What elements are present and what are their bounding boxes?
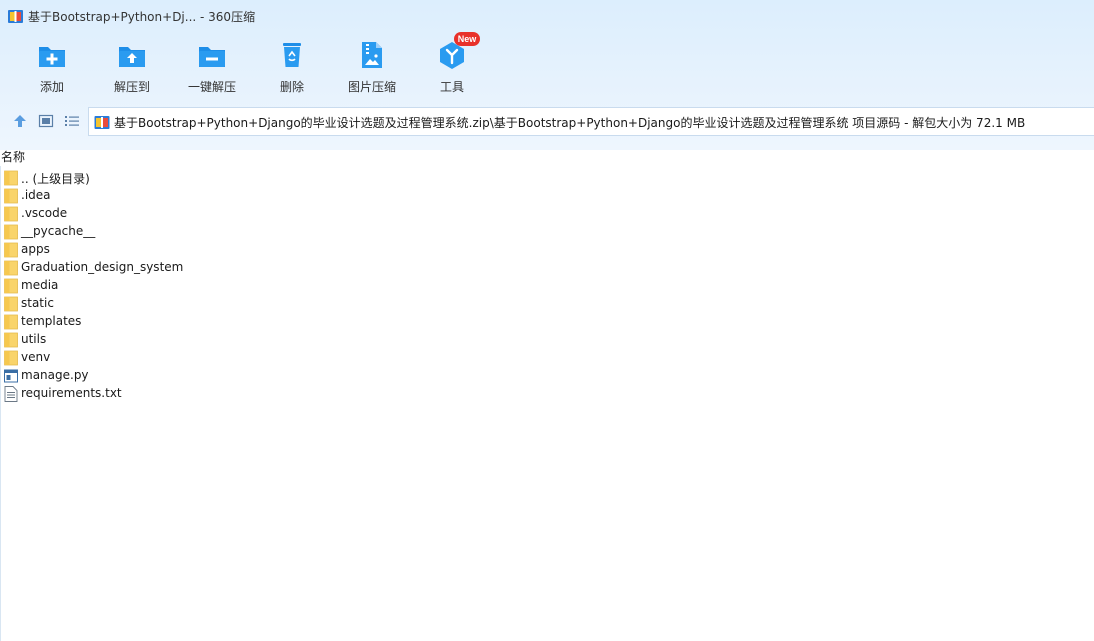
tools-button[interactable]: New 工具 [412, 32, 492, 100]
list-item[interactable]: apps [0, 241, 1094, 259]
navigation-row: 基于Bootstrap+Python+Django的毕业设计选题及过程管理系统.… [0, 107, 1094, 137]
folder-icon [4, 242, 18, 258]
delete-button[interactable]: 删除 [252, 36, 332, 100]
file-name: .. (上级目录) [21, 172, 90, 186]
add-folder-icon [39, 47, 65, 67]
extract-to-icon [119, 47, 145, 67]
folder-icon [4, 206, 18, 222]
list-item[interactable]: Graduation_design_system [0, 259, 1094, 277]
file-name: venv [21, 350, 51, 364]
recycle-bin-icon [283, 43, 301, 67]
text-file-icon [4, 386, 18, 402]
list-item[interactable]: __pycache__ [0, 223, 1094, 241]
folder-icon [4, 170, 18, 186]
file-name: media [21, 278, 59, 292]
folder-icon [4, 332, 18, 348]
list-item[interactable]: templates [0, 313, 1094, 331]
file-name: .idea [21, 188, 51, 202]
file-name: requirements.txt [21, 386, 122, 400]
file-name: static [21, 296, 54, 310]
title-bar: 基于Bootstrap+Python+Dj... - 360压缩 [0, 0, 1094, 32]
list-item[interactable]: .idea [0, 187, 1094, 205]
path-text: 基于Bootstrap+Python+Django的毕业设计选题及过程管理系统.… [114, 116, 1026, 130]
folder-icon [4, 296, 18, 312]
new-badge: New [454, 32, 480, 46]
column-header: 名称 [0, 148, 1094, 166]
add-button[interactable]: 添加 [12, 36, 92, 100]
thumbnail-view-icon[interactable] [38, 113, 54, 129]
folder-icon [4, 188, 18, 204]
window-title: 基于Bootstrap+Python+Dj... - 360压缩 [28, 10, 256, 24]
file-name: templates [21, 314, 82, 328]
file-name: .vscode [21, 206, 68, 220]
add-label: 添加 [39, 80, 64, 94]
file-list: .. (上级目录) .idea .vscode __pycache__apps Grad… [0, 169, 1094, 403]
extract-to-label: 解压到 [113, 80, 150, 94]
image-compress-icon [362, 42, 382, 68]
tools-label: 工具 [439, 80, 464, 94]
folder-icon [4, 224, 18, 240]
list-item[interactable]: requirements.txt [0, 385, 1094, 403]
path-bar[interactable]: 基于Bootstrap+Python+Django的毕业设计选题及过程管理系统.… [88, 107, 1094, 136]
list-item[interactable]: manage.py [0, 367, 1094, 385]
one-click-extract-label: 一键解压 [187, 80, 236, 94]
delete-label: 删除 [279, 80, 304, 94]
list-item[interactable]: static [0, 295, 1094, 313]
file-name: Graduation_design_system [21, 260, 184, 274]
top-panel: 基于Bootstrap+Python+Dj... - 360压缩 添加 解压到 [0, 0, 1094, 150]
column-name-header[interactable]: 名称 [1, 148, 25, 165]
app-icon [8, 10, 23, 23]
list-item[interactable]: media [0, 277, 1094, 295]
image-compress-label: 图片压缩 [347, 80, 396, 94]
folder-icon [4, 350, 18, 366]
list-view-icon[interactable] [64, 113, 80, 129]
file-name: manage.py [21, 368, 89, 382]
file-name: utils [21, 332, 47, 346]
list-item[interactable]: .vscode [0, 205, 1094, 223]
one-click-extract-icon [199, 47, 225, 67]
file-name: __pycache__ [21, 224, 96, 238]
extract-to-button[interactable]: 解压到 [92, 36, 172, 100]
file-name: apps [21, 242, 50, 256]
python-file-icon [4, 368, 18, 384]
folder-icon [4, 260, 18, 276]
list-item[interactable]: utils [0, 331, 1094, 349]
arrow-up-icon[interactable] [12, 113, 28, 129]
image-compress-button[interactable]: 图片压缩 [332, 36, 412, 100]
folder-icon [4, 314, 18, 330]
list-item[interactable]: .. (上级目录) [0, 169, 1094, 187]
one-click-extract-button[interactable]: 一键解压 [172, 36, 252, 100]
list-item[interactable]: venv [0, 349, 1094, 367]
folder-icon [4, 278, 18, 294]
archive-icon [94, 116, 110, 129]
